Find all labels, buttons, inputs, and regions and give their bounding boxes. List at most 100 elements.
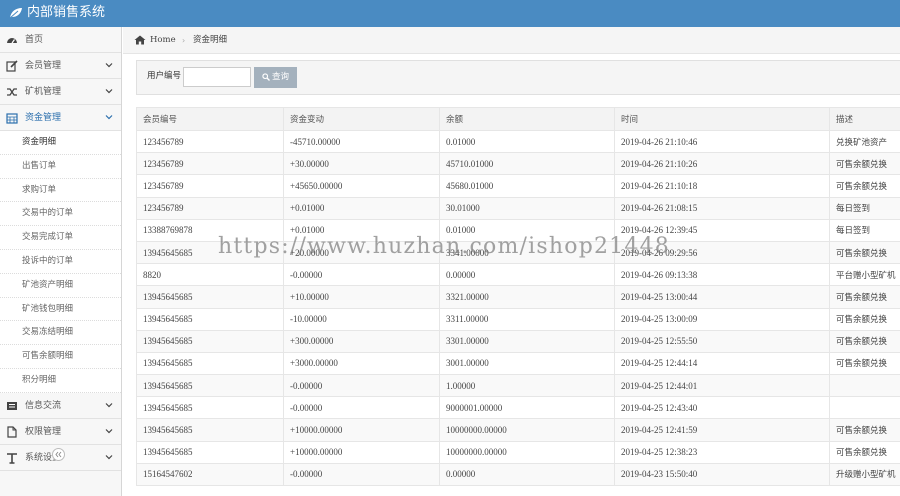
description-cell: 升级赠小型矿机: [829, 462, 900, 487]
sidebar-item-permissions[interactable]: 权限管理: [0, 419, 121, 445]
submenu-item-label: 矿池钱包明细: [22, 303, 74, 314]
balance-cell: 10000000.00000: [439, 440, 615, 464]
member-id-cell: 13945645685: [136, 240, 284, 265]
time-cell: 2019-04-25 13:00:44: [614, 285, 830, 309]
description-cell: 可售余额兑换: [829, 285, 900, 309]
member-id-cell: 123456789: [136, 174, 284, 198]
description-cell: 平台赠小型矿机: [829, 263, 900, 287]
balance-cell: 0.00000: [439, 263, 615, 287]
submenu-item-buy-orders[interactable]: 求购订单: [0, 178, 121, 203]
submenu-item-fund-details[interactable]: 资金明细: [0, 131, 121, 155]
sidebar-item-messages[interactable]: 信息交流: [0, 393, 121, 419]
fund-change-cell: +0.01000: [283, 196, 440, 220]
submenu-item-label: 矿池资产明细: [22, 279, 74, 290]
balance-cell: 3301.00000: [439, 329, 615, 353]
description-cell: 每日签到: [829, 218, 900, 242]
member-id-cell: 123456789: [136, 129, 284, 154]
fund-change-cell: -0.00000: [283, 396, 440, 420]
search-button[interactable]: 查询: [254, 67, 297, 88]
table-row: 13945645685 +10000.00000 10000000.00000 201…: [136, 440, 900, 464]
balance-cell: 0.00000: [439, 462, 615, 487]
fund-change-cell: +20.00000: [283, 240, 440, 265]
description-cell: 兑换矿池资产: [829, 129, 900, 154]
balance-cell: 9000001.00000: [439, 396, 615, 420]
table-row: 13945645685 +10000.00000 10000000.00000 201…: [136, 418, 900, 442]
chevron-down-icon: [105, 89, 113, 94]
time-cell: 2019-04-25 12:55:50: [614, 329, 830, 353]
app-title: 内部销售系统: [27, 5, 106, 20]
time-cell: 2019-04-25 12:44:01: [614, 374, 830, 398]
calendar-icon: [6, 113, 18, 124]
member-id-cell: 13945645685: [136, 440, 284, 464]
fund-change-cell: +10000.00000: [283, 418, 440, 442]
double-chevron-left-icon: [55, 451, 62, 458]
description-cell: 可售余额兑换: [829, 418, 900, 442]
breadcrumb-separator: ›: [182, 36, 186, 45]
chevron-down-icon: [105, 428, 113, 434]
table-row: 8820 -0.00000 0.00000 2019-04-26 09:13:38 平台…: [136, 263, 900, 287]
user-id-input[interactable]: [183, 67, 251, 87]
balance-cell: 3311.00000: [439, 307, 615, 331]
breadcrumb: Home › 资金明细: [123, 27, 900, 54]
member-id-cell: 8820: [136, 263, 284, 287]
time-cell: 2019-04-26 09:13:38: [614, 263, 830, 287]
balance-cell: 1.00000: [439, 374, 615, 398]
submenu-item-pool-wallet[interactable]: 矿池钱包明细: [0, 297, 121, 322]
sidebar-item-funds[interactable]: 资金管理: [0, 105, 121, 131]
fund-change-cell: +10.00000: [283, 285, 440, 309]
fund-change-cell: -0.00000: [283, 462, 440, 487]
sidebar-item-members[interactable]: 会员管理: [0, 53, 121, 79]
balance-cell: 10000000.00000: [439, 418, 615, 442]
column-header-time: 时间: [614, 107, 830, 131]
table-row: 13388769878 +0.01000 0.01000 2019-04-26 12:…: [136, 218, 900, 242]
member-id-cell: 13945645685: [136, 418, 284, 442]
table-row: 13945645685 +20.00000 3341.00000 2019-04-26…: [136, 240, 900, 265]
balance-cell: 3001.00000: [439, 351, 615, 376]
submenu-item-trading-orders[interactable]: 交易中的订单: [0, 202, 121, 227]
member-id-cell: 123456789: [136, 152, 284, 176]
description-cell: [829, 374, 900, 398]
sidebar-collapse-button[interactable]: [52, 448, 65, 461]
time-cell: 2019-04-26 21:10:18: [614, 174, 830, 198]
dashboard-icon: [7, 38, 17, 44]
time-cell: 2019-04-26 21:10:26: [614, 152, 830, 176]
member-id-cell: 13388769878: [136, 218, 284, 242]
sidebar-item-home[interactable]: 首页: [0, 27, 121, 53]
submenu-item-sellable-balance[interactable]: 可售余额明细: [0, 345, 121, 369]
fund-change-cell: +3000.00000: [283, 351, 440, 376]
fund-details-table: 会员编号 资金变动 余额 时间 描述 123456789 -45710.00000…: [136, 107, 900, 487]
search-icon: [262, 73, 270, 81]
submenu-item-points[interactable]: 积分明细: [0, 368, 121, 393]
submenu-item-completed-orders[interactable]: 交易完成订单: [0, 226, 121, 250]
fund-change-cell: -0.00000: [283, 263, 440, 287]
submenu-item-label: 资金明细: [22, 137, 57, 147]
breadcrumb-home-link[interactable]: Home: [150, 35, 176, 46]
submenu-item-sell-orders[interactable]: 出售订单: [0, 154, 121, 179]
sidebar-item-miners[interactable]: 矿机管理: [0, 79, 121, 105]
breadcrumb-current: 资金明细: [193, 35, 228, 45]
description-cell: 可售余额兑换: [829, 329, 900, 353]
submenu-item-label: 投诉中的订单: [22, 255, 74, 266]
column-header-member-id: 会员编号: [136, 107, 284, 131]
submenu-item-label: 积分明细: [22, 374, 57, 385]
submenu-item-complaint-orders[interactable]: 投诉中的订单: [0, 249, 121, 274]
sidebar-item-label: 资金管理: [25, 113, 62, 123]
submenu-item-frozen-details[interactable]: 交易冻结明细: [0, 321, 121, 346]
description-cell: 可售余额兑换: [829, 351, 900, 376]
balance-cell: 3341.00000: [439, 240, 615, 265]
file-icon: [7, 426, 17, 438]
balance-cell: 45680.01000: [439, 174, 615, 198]
member-id-cell: 13945645685: [136, 396, 284, 420]
time-cell: 2019-04-23 15:50:40: [614, 462, 830, 487]
leaf-logo-icon: [9, 8, 22, 19]
member-id-cell: 123456789: [136, 196, 284, 220]
balance-cell: 3321.00000: [439, 285, 615, 309]
submenu-item-pool-assets[interactable]: 矿池资产明细: [0, 273, 121, 298]
fund-change-cell: -10.00000: [283, 307, 440, 331]
fund-change-cell: +10000.00000: [283, 440, 440, 464]
description-cell: [829, 396, 900, 420]
balance-cell: 0.01000: [439, 129, 615, 154]
user-id-label: 用户编号: [147, 71, 182, 81]
submenu-item-label: 可售余额明细: [22, 351, 74, 362]
table-row: 13945645685 -0.00000 9000001.00000 2019-04-…: [136, 396, 900, 420]
